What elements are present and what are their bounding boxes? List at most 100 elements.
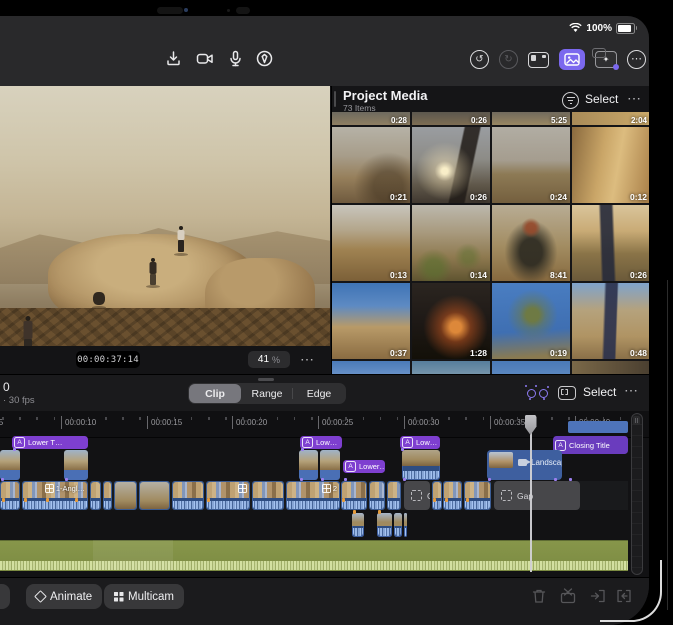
clip-thumbnail [299, 450, 318, 470]
media-thumbnail[interactable] [572, 361, 649, 374]
segment-clip[interactable]: Clip [189, 384, 241, 403]
media-select-button[interactable]: Select [585, 92, 618, 106]
clip-duration: 0:26 [630, 270, 647, 280]
storyline-clip[interactable] [90, 481, 101, 510]
clip-body [320, 470, 340, 480]
import-icon[interactable] [164, 49, 183, 68]
panel-resize-handle[interactable] [258, 378, 274, 381]
redo-icon[interactable]: ↻ [499, 50, 518, 69]
storyline-clip[interactable] [114, 481, 137, 510]
media-thumbnail[interactable]: 0:28 [332, 112, 410, 125]
media-thumbnail[interactable]: 0:37 [332, 283, 410, 359]
more-icon[interactable]: ⋯ [627, 50, 646, 69]
ruler-minor-tick [568, 417, 570, 420]
zoom-level-control[interactable]: 41% [248, 351, 290, 368]
segment-range[interactable]: Range [241, 384, 293, 403]
storyline-clip[interactable] [172, 481, 204, 510]
undo-icon[interactable]: ↺ [470, 50, 489, 69]
media-thumbnail[interactable]: 0:24 [492, 127, 570, 203]
magnetic-snap-icon[interactable] [525, 385, 551, 401]
storyline-clip[interactable] [0, 481, 20, 510]
media-thumbnail[interactable]: 8:41 [492, 205, 570, 281]
connected-audio-clip[interactable] [404, 513, 407, 537]
connected-clip[interactable] [299, 450, 318, 480]
media-thumbnail[interactable]: 0:26 [572, 205, 649, 281]
clip-filmstrip [253, 482, 283, 498]
media-thumbnail[interactable]: 0:13 [332, 205, 410, 281]
storyline-clip[interactable] [387, 481, 401, 510]
media-row [332, 361, 649, 374]
mic-icon[interactable] [228, 49, 243, 68]
storyline-clip[interactable] [341, 481, 367, 510]
media-row: 0:130:148:41 0:26 [332, 205, 649, 281]
timeline-ruler[interactable]: 00:00:0500:00:1000:00:1500:00:2000:00:25… [0, 411, 649, 438]
scrollbar-grip[interactable] [633, 416, 640, 425]
media-thumbnail[interactable]: 0:14 [412, 205, 490, 281]
cut-off-button[interactable] [0, 584, 10, 609]
media-thumbnail[interactable]: 0:48 [572, 283, 649, 359]
clip-thumbnail [64, 450, 88, 470]
clip-waveform [342, 498, 366, 509]
media-thumbnail[interactable] [412, 361, 490, 374]
connected-clip[interactable] [0, 450, 20, 480]
media-thumbnail[interactable]: 0:26 [412, 112, 490, 125]
connected-clip[interactable] [64, 450, 88, 480]
storyline-clip[interactable] [252, 481, 284, 510]
storyline-clip[interactable] [206, 481, 250, 510]
media-thumbnail[interactable]: 1:28 [412, 283, 490, 359]
filter-icon[interactable] [562, 92, 579, 109]
storyline-clip[interactable]: 2 [286, 481, 340, 510]
connected-clip-landscape[interactable]: Landscap… [487, 450, 562, 480]
multicam-clip-icon [238, 484, 247, 493]
clip-appearance-icon[interactable] [558, 386, 576, 400]
storyline-clip[interactable] [369, 481, 385, 510]
delete-icon[interactable] [530, 587, 548, 605]
connected-audio-clip[interactable] [394, 513, 402, 537]
connected-clip[interactable] [320, 450, 340, 480]
viewer-more-icon[interactable]: ⋯ [300, 352, 314, 366]
timeline-select-button[interactable]: Select [583, 385, 616, 399]
media-thumbnail[interactable]: 5:25 [492, 112, 570, 125]
storyline-clip[interactable] [103, 481, 112, 510]
media-thumbnail[interactable]: 0:26 [412, 127, 490, 203]
title-clip[interactable]: AClosing Title [553, 436, 628, 454]
timeline-header: 0 · 30 fps ClipRangeEdge Select ⋯ [0, 375, 649, 411]
camera-icon[interactable] [195, 49, 216, 68]
clip-marker [46, 498, 49, 502]
multicam-button[interactable]: Multicam [104, 584, 184, 609]
gap-clip[interactable]: G [404, 481, 430, 510]
storyline-clip[interactable] [443, 481, 462, 510]
pencil-icon[interactable] [255, 49, 274, 68]
storyline-clip[interactable] [464, 481, 491, 510]
gap-clip[interactable]: Gap [494, 481, 580, 510]
media-thumbnail[interactable]: 0:12 [572, 127, 649, 203]
media-thumbnail[interactable]: 0:21 [332, 127, 410, 203]
timeline-vertical-scrollbar[interactable] [631, 413, 643, 575]
connected-clip[interactable] [402, 450, 440, 480]
ruler-minor-tick [157, 417, 159, 420]
ruler-minor-tick [603, 417, 605, 420]
viewer-video-frame[interactable] [0, 86, 330, 346]
person-standing [148, 258, 158, 286]
segment-edge[interactable]: Edge [293, 384, 345, 403]
media-more-icon[interactable]: ⋯ [627, 91, 641, 105]
media-thumbnail[interactable] [332, 361, 410, 374]
storyline-clip[interactable] [139, 481, 170, 510]
playhead-line[interactable] [530, 415, 532, 572]
animate-button[interactable]: Animate [26, 584, 102, 609]
media-thumbnail[interactable]: 0:19 [492, 283, 570, 359]
effects-icon[interactable]: ✦ [595, 51, 617, 68]
multicam-clip-icon [322, 484, 331, 493]
media-browser-icon[interactable] [559, 49, 585, 70]
timeline-more-icon[interactable]: ⋯ [624, 383, 638, 397]
inspector-icon[interactable] [528, 52, 549, 68]
ruler-minor-tick [191, 417, 193, 420]
title-clip[interactable]: ALower… [343, 460, 385, 473]
media-thumbnail[interactable] [492, 361, 570, 374]
storyline-clip[interactable] [432, 481, 442, 510]
media-thumbnail[interactable]: 2:04 [572, 112, 649, 125]
connected-audio-clip[interactable] [352, 513, 364, 537]
storyline-clip[interactable]: 1-Angl… [22, 481, 88, 510]
connected-audio-clip[interactable] [377, 513, 392, 537]
blade-icon[interactable] [559, 587, 577, 605]
